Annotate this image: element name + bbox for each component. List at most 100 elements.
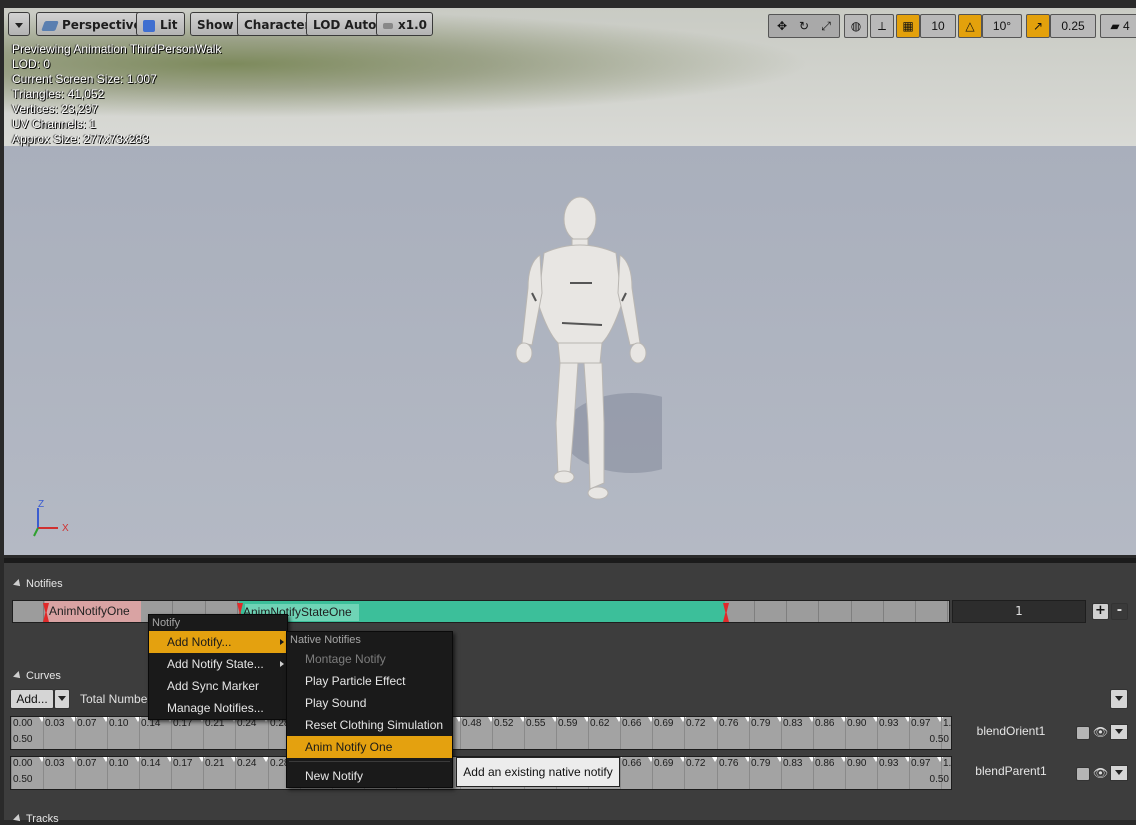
angle-icon: △ (965, 19, 974, 33)
viewport[interactable]: Perspective Lit Show Character LOD Auto … (4, 8, 1136, 555)
curve-tick-label: 0.21 (205, 758, 224, 769)
collapse-icon (13, 579, 23, 589)
curve-tick (75, 717, 76, 749)
character-shadow (562, 393, 662, 473)
curve-tick-label: 0.03 (45, 718, 64, 729)
menu-item-reset-clothing[interactable]: Reset Clothing Simulation (287, 714, 452, 736)
rotation-snap-toggle[interactable]: △ (958, 14, 982, 38)
notifies-header[interactable]: Notifies (14, 578, 63, 590)
curve-tick (620, 757, 621, 789)
curve-tick (684, 757, 685, 789)
curve-tick-label: 0.83 (783, 718, 802, 729)
viewport-options-button[interactable] (8, 12, 30, 36)
camera-speed-button[interactable]: ▰ 4 (1100, 14, 1136, 38)
perspective-button[interactable]: Perspective (36, 12, 149, 36)
rotate-icon[interactable]: ↻ (793, 15, 815, 37)
curve-tick (556, 717, 557, 749)
world-local-button[interactable]: ◍ (844, 14, 868, 38)
move-icon[interactable]: ✥ (771, 15, 793, 37)
tracks-header[interactable]: Tracks (14, 813, 59, 825)
curve-tick-label: 0.52 (494, 718, 513, 729)
curve-tick (11, 757, 12, 789)
track-cell (13, 601, 44, 622)
menu-item-anim-notify-one[interactable]: Anim Notify One (287, 736, 452, 758)
menu-item-manage-notifies[interactable]: Manage Notifies... (149, 697, 287, 719)
grid-snap-value[interactable]: 10 (920, 14, 956, 38)
curve-tick (235, 717, 236, 749)
grid-snap-toggle[interactable]: ▦ (896, 14, 920, 38)
menu-item-add-sync-marker[interactable]: Add Sync Marker (149, 675, 287, 697)
perspective-icon (41, 21, 59, 31)
curve-tick (107, 717, 108, 749)
menu-item-add-notify-state[interactable]: Add Notify State... (149, 653, 287, 675)
track-cell (756, 601, 787, 622)
curve-tick (235, 757, 236, 789)
menu-item-new-notify[interactable]: New Notify (287, 765, 452, 787)
curve-tick (845, 757, 846, 789)
curve-tick-label: 0.69 (654, 718, 673, 729)
curve-name: blendParent1 (956, 756, 1066, 790)
surface-snap-button[interactable]: ⟂ (870, 14, 894, 38)
curve-tick (813, 757, 814, 789)
native-notifies-submenu: Native Notifies Montage Notify Play Part… (286, 631, 453, 788)
eye-icon[interactable]: 👁 (1093, 765, 1109, 781)
curve-tick (749, 717, 750, 749)
curve-tick (203, 717, 204, 749)
scale-icon[interactable]: ⤢ (815, 15, 837, 37)
track-cell (821, 601, 852, 622)
eye-icon[interactable]: 👁 (1093, 724, 1109, 740)
stats-line: Vertices: 23,297 (12, 102, 221, 117)
scale-snap-value[interactable]: 0.25 (1050, 14, 1096, 38)
track-cell (917, 601, 948, 622)
curves-header[interactable]: Curves (14, 670, 61, 682)
add-track-button[interactable]: + (1092, 603, 1109, 620)
lod-button[interactable]: LOD Auto (306, 12, 383, 36)
rotation-snap-value[interactable]: 10° (982, 14, 1022, 38)
add-curve-dropdown[interactable] (54, 689, 70, 709)
remove-track-button[interactable]: - (1111, 603, 1128, 620)
notify-one-label[interactable]: AnimNotifyOne (49, 604, 130, 618)
chevron-down-icon (1115, 729, 1123, 734)
curve-tick-label: 0.14 (141, 758, 160, 769)
menu-item-play-sound[interactable]: Play Sound (287, 692, 452, 714)
axis-gizmo: Z X (30, 496, 90, 546)
curve-tick (652, 757, 653, 789)
menu-item-add-notify[interactable]: Add Notify... (149, 631, 287, 653)
chevron-down-icon (1115, 770, 1123, 775)
curve-options-dropdown[interactable] (1110, 724, 1128, 740)
snap-icon: ⟂ (878, 19, 886, 33)
scale-snap-toggle[interactable]: ↗ (1026, 14, 1050, 38)
menu-item-play-particle-effect[interactable]: Play Particle Effect (287, 670, 452, 692)
collapse-icon (13, 814, 23, 824)
curve-value-label: 0.50 (930, 774, 949, 785)
lit-icon (143, 20, 155, 32)
curves-options-dropdown[interactable] (1110, 689, 1128, 709)
curve-tick (43, 757, 44, 789)
curve-value-label: 0.50 (13, 734, 32, 745)
add-curve-button[interactable]: Add... (10, 689, 54, 709)
curve-tick-label: 0.07 (77, 758, 96, 769)
total-number-label: Total Number (80, 692, 151, 706)
playback-speed-button[interactable]: x1.0 (376, 12, 433, 36)
submenu-header: Native Notifies (287, 632, 452, 648)
curve-row[interactable]: 0.000.030.070.100.140.170.210.240.280.31… (10, 716, 952, 750)
curve-checkbox[interactable] (1076, 726, 1090, 740)
curve-tick-label: 0.97 (911, 718, 930, 729)
curve-tick-label: 0.93 (879, 718, 898, 729)
transform-mode-group[interactable]: ✥↻⤢ (768, 14, 840, 38)
curve-tick (11, 717, 12, 749)
show-button[interactable]: Show (190, 12, 241, 36)
mannequin-character[interactable] (492, 193, 662, 513)
lit-button[interactable]: Lit (136, 12, 185, 36)
curve-tick-label: 0.66 (622, 758, 641, 769)
curve-tick (171, 717, 172, 749)
curve-options-dropdown[interactable] (1110, 765, 1128, 781)
curve-tick-label: 1.00 (943, 758, 952, 769)
stats-line: Approx Size: 277x73x283 (12, 132, 221, 147)
speed-icon (383, 23, 393, 29)
curve-tick-label: 0.79 (751, 718, 770, 729)
curve-tick-label: 0.66 (622, 718, 641, 729)
curve-checkbox[interactable] (1076, 767, 1090, 781)
curve-tick (460, 717, 461, 749)
curve-tick (684, 717, 685, 749)
